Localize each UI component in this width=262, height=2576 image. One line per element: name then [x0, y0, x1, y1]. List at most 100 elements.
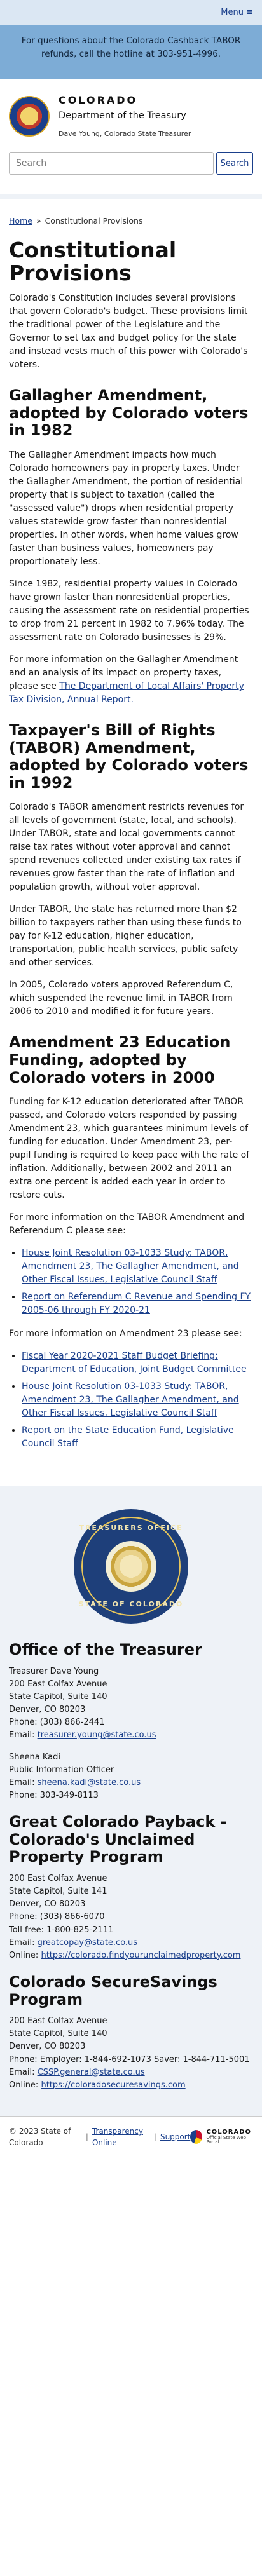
- page-title: Constitutional Provisions: [9, 238, 177, 285]
- tabor-paragraph-3: In 2005, Colorado voters approved Refere…: [9, 980, 233, 1017]
- office-city: Denver, CO 80203: [9, 1705, 86, 1715]
- amendment23-paragraph-3: For more information on Amendment 23 ple…: [9, 1329, 242, 1339]
- brand-department: Department of the Treasury: [59, 111, 186, 121]
- search-button[interactable]: Search: [216, 152, 253, 175]
- payback-city: Denver, CO 80203: [9, 1899, 86, 1909]
- tabor-heading: Taxpayer's Bill of Rights (TABOR) Amendm…: [9, 721, 249, 792]
- savings-online-row: Online: https://coloradosecuresavings.co…: [9, 2079, 253, 2092]
- office-phone: Phone: (303) 866-2441: [9, 1718, 105, 1728]
- section-divider: [0, 194, 262, 200]
- savings-address-2: State Capitol, Suite 140: [9, 2029, 107, 2039]
- gallagher-paragraph-1: The Gallagher Amendment impacts how much…: [9, 450, 244, 567]
- breadcrumb-current: Constitutional Provisions: [45, 216, 143, 226]
- resource-link[interactable]: Report on the State Education Fund, Legi…: [22, 1425, 234, 1449]
- colorado-portal-logo[interactable]: COLORADO Official State Web Portal: [190, 2129, 253, 2145]
- pio-email-label: Email:: [9, 1777, 38, 1787]
- breadcrumb-separator: »: [36, 216, 41, 226]
- bottom-links: © 2023 State of Colorado | Transparency …: [9, 2125, 190, 2148]
- alert-banner: For questions about the Colorado Cashbac…: [0, 25, 262, 79]
- savings-phone: Phone: Employer: 1-844-692-1073 Saver: 1…: [9, 2054, 250, 2064]
- list-item: Report on the State Education Fund, Legi…: [22, 1424, 253, 1451]
- pio-phone: Phone: 303-349-8113: [9, 1791, 99, 1801]
- pio-email-row: Email: sheena.kadi@state.co.us: [9, 1777, 253, 1789]
- pipe-separator: |: [153, 2132, 156, 2141]
- resource-link[interactable]: Report on Referendum C Revenue and Spend…: [22, 1292, 251, 1315]
- payback-address-2: State Capitol, Suite 141: [9, 1887, 107, 1897]
- office-address-1: 200 East Colfax Avenue: [9, 1679, 107, 1689]
- amendment23-paragraph-2: For more information on the TABOR Amendm…: [9, 1212, 245, 1237]
- list-item: House Joint Resolution 03-1033 Study: TA…: [22, 1247, 253, 1287]
- pio-name: Sheena Kadi: [9, 1752, 60, 1762]
- breadcrumb-home[interactable]: Home: [9, 216, 32, 226]
- office-email-row: Email: treasurer.young@state.co.us: [9, 1729, 253, 1742]
- amendment23-heading: Amendment 23 Education Funding, adopted …: [9, 1033, 231, 1087]
- search-bar: Search: [0, 148, 262, 186]
- seal-text-top: TREASURERS OFFICE: [79, 1524, 183, 1533]
- list-item: Report on Referendum C Revenue and Spend…: [22, 1291, 253, 1317]
- office-name: Treasurer Dave Young: [9, 1666, 99, 1676]
- amendment23-resources-list: Fiscal Year 2020-2021 Staff Budget Brief…: [22, 1350, 253, 1451]
- office-email-link[interactable]: treasurer.young@state.co.us: [38, 1730, 156, 1740]
- menu-button[interactable]: Menu ≡: [221, 6, 253, 19]
- payback-email-link[interactable]: greatcopay@state.co.us: [38, 1938, 137, 1948]
- treasurer-seal-icon: TREASURERS OFFICE STATE OF COLORADO: [74, 1509, 188, 1624]
- amendment23-paragraph-1: Funding for K-12 education deteriorated …: [9, 1097, 250, 1201]
- pio-email-link[interactable]: sheena.kadi@state.co.us: [38, 1778, 141, 1787]
- tabor-paragraph-1: Colorado's TABOR amendment restricts rev…: [9, 802, 244, 893]
- payback-tollfree: Toll free: 1-800-825-2111: [9, 1925, 114, 1935]
- tabor-paragraph-2: Under TABOR, the state has returned more…: [9, 904, 242, 968]
- brand-colorado: COLORADO: [59, 94, 138, 106]
- list-item: House Joint Resolution 03-1033 Study: TA…: [22, 1380, 253, 1420]
- savings-city: Denver, CO 80203: [9, 2042, 86, 2052]
- transparency-online-link[interactable]: Transparency Online: [92, 2125, 150, 2148]
- pio-contact: Sheena Kadi Public Information Officer E…: [9, 1751, 253, 1803]
- savings-heading: Colorado SecureSavings Program: [9, 1972, 217, 2009]
- brand-subtitle: Dave Young, Colorado State Treasurer: [59, 129, 191, 138]
- payback-online-link[interactable]: https://colorado.findyourunclaimedproper…: [41, 1951, 240, 1960]
- savings-email-link[interactable]: CSSP.general@state.co.us: [38, 2068, 145, 2077]
- colorado-logo-icon: [190, 2129, 203, 2144]
- gallagher-paragraph-3: For more information on the Gallagher Am…: [9, 653, 253, 707]
- payback-contact: 200 East Colfax Avenue State Capitol, Su…: [9, 1873, 253, 1962]
- logo-sub: Official State Web Portal: [206, 2134, 246, 2145]
- gallagher-heading: Gallagher Amendment, adopted by Colorado…: [9, 386, 249, 440]
- savings-online-link[interactable]: https://coloradosecuresavings.com: [41, 2080, 185, 2090]
- resource-link[interactable]: Fiscal Year 2020-2021 Staff Budget Brief…: [22, 1351, 247, 1374]
- list-item: Fiscal Year 2020-2021 Staff Budget Brief…: [22, 1350, 253, 1376]
- office-address-2: State Capitol, Suite 140: [9, 1692, 107, 1702]
- payback-online-row: Online: https://colorado.findyourunclaim…: [9, 1949, 253, 1962]
- colorado-logo-text: COLORADO Official State Web Portal: [206, 2129, 253, 2145]
- tabor-resources-list: House Joint Resolution 03-1033 Study: TA…: [22, 1247, 253, 1317]
- office-heading: Office of the Treasurer: [9, 1641, 202, 1659]
- payback-email-row: Email: greatcopay@state.co.us: [9, 1937, 253, 1949]
- payback-heading: Great Colorado Payback - Colorado's Uncl…: [9, 1813, 227, 1866]
- main-content: Constitutional Provisions Colorado's Con…: [0, 239, 262, 1474]
- site-header: COLORADO Department of the Treasury Dave…: [0, 79, 262, 148]
- office-email-label: Email:: [9, 1730, 38, 1740]
- savings-email-row: Email: CSSP.general@state.co.us: [9, 2066, 253, 2079]
- office-contact: Treasurer Dave Young 200 East Colfax Ave…: [9, 1665, 253, 1742]
- support-link[interactable]: Support: [160, 2131, 190, 2143]
- savings-online-label: Online:: [9, 2080, 41, 2090]
- resource-link[interactable]: House Joint Resolution 03-1033 Study: TA…: [22, 1381, 239, 1418]
- menu-label: Menu ≡: [221, 8, 253, 18]
- payback-address-1: 200 East Colfax Avenue: [9, 1873, 107, 1883]
- payback-phone: Phone: (303) 866-6070: [9, 1912, 105, 1922]
- bottom-bar: © 2023 State of Colorado | Transparency …: [0, 2115, 262, 2157]
- resource-link[interactable]: House Joint Resolution 03-1033 Study: TA…: [22, 1248, 239, 1285]
- savings-email-label: Email:: [9, 2067, 38, 2077]
- payback-email-label: Email:: [9, 1937, 38, 1948]
- payback-online-label: Online:: [9, 1950, 41, 1960]
- pipe-separator: |: [85, 2132, 88, 2141]
- alert-text: For questions about the Colorado Cashbac…: [21, 36, 241, 59]
- top-nav-bar: Menu ≡: [0, 0, 262, 25]
- brand-block[interactable]: COLORADO Department of the Treasury Dave…: [59, 93, 191, 139]
- seal-text-bottom: STATE OF COLORADO: [78, 1599, 184, 1608]
- pio-title: Public Information Officer: [9, 1765, 114, 1775]
- colorado-seal-icon[interactable]: [9, 95, 50, 137]
- intro-paragraph: Colorado's Constitution includes several…: [9, 293, 248, 370]
- copyright-text: © 2023 State of Colorado: [9, 2126, 71, 2147]
- search-input[interactable]: [9, 152, 214, 175]
- savings-address-1: 200 East Colfax Avenue: [9, 2016, 107, 2026]
- breadcrumb: Home » Constitutional Provisions: [0, 199, 262, 238]
